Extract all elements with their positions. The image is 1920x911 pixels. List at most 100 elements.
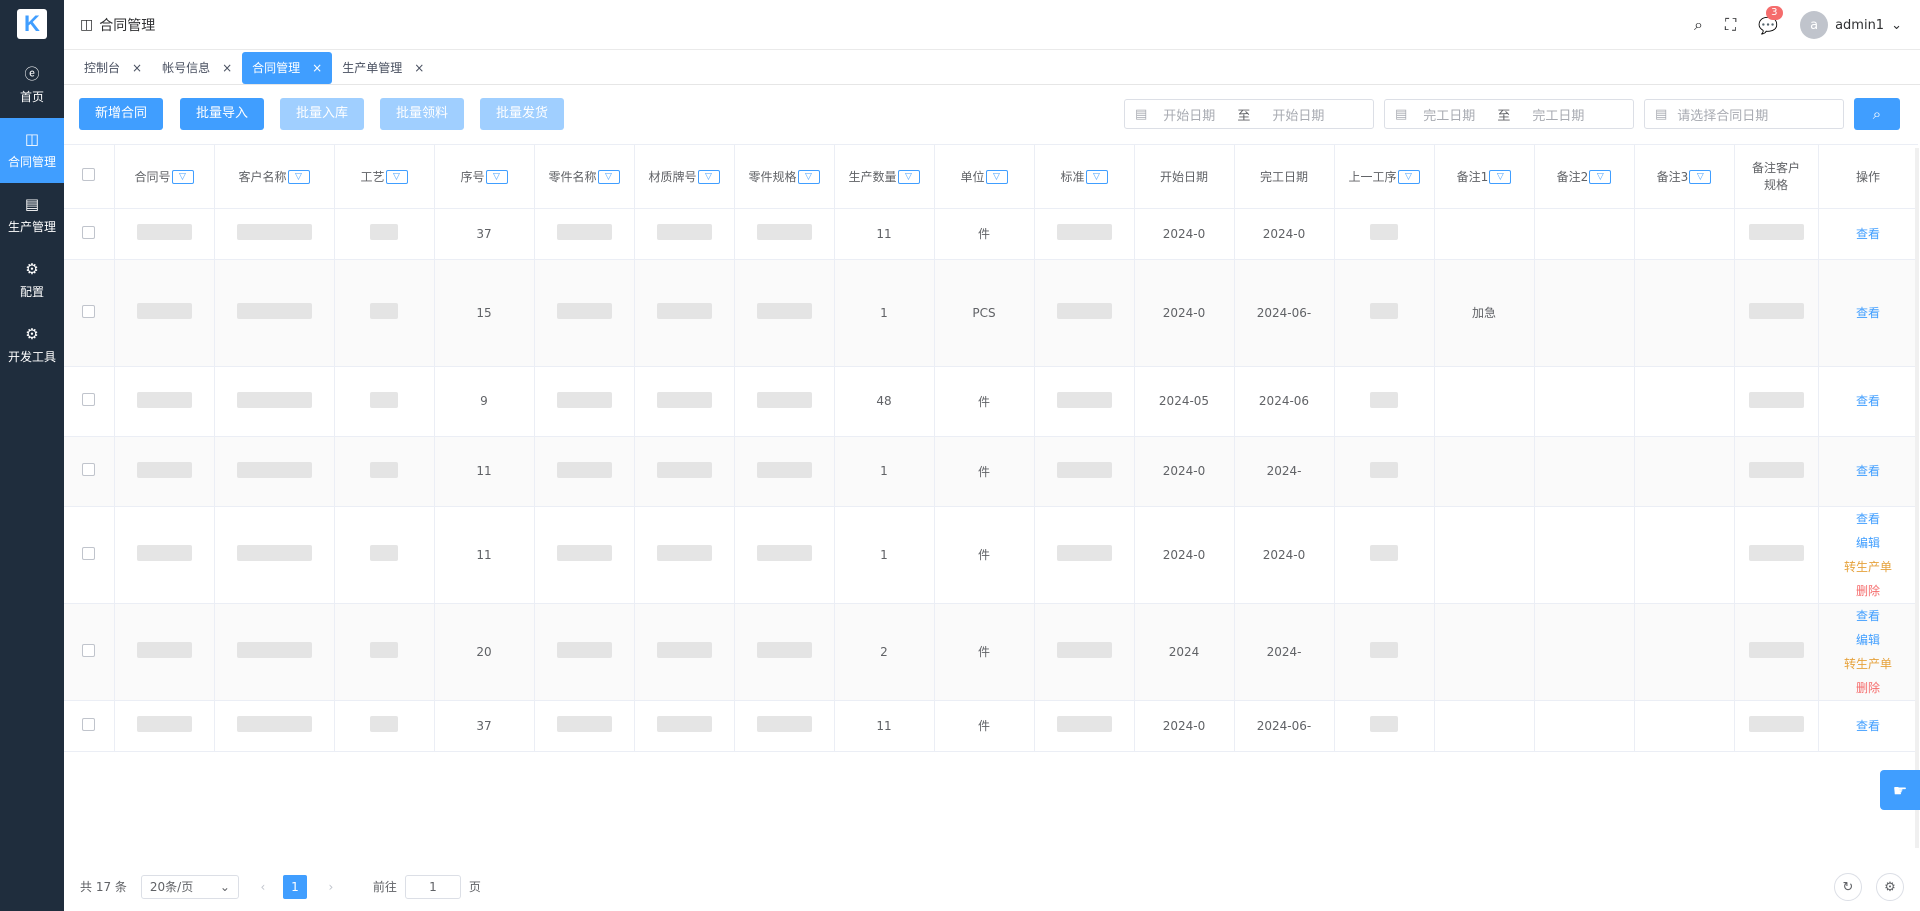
filter-icon[interactable]: ▽ xyxy=(897,170,920,185)
filter-icon[interactable]: ▽ xyxy=(985,170,1008,185)
table-cell-redacted xyxy=(334,506,435,604)
sidebar-item-3[interactable]: ⚙ 配置 xyxy=(0,248,64,313)
redacted-value xyxy=(136,642,192,658)
prev-page-button[interactable]: ‹ xyxy=(251,875,275,899)
view-link[interactable]: 查看 xyxy=(1819,507,1918,531)
end-date-range[interactable]: ▤ 完工日期 至 完工日期 xyxy=(1384,99,1634,129)
page-size-select[interactable]: 20条/页 ⌄ xyxy=(140,874,239,899)
edit-link[interactable]: 编辑 xyxy=(1819,531,1918,555)
table-cell-redacted xyxy=(214,700,335,752)
tab-1[interactable]: 帐号信息 × xyxy=(152,52,242,84)
filter-icon[interactable]: ▽ xyxy=(1397,170,1420,185)
calendar-icon: ▤ xyxy=(1135,106,1148,122)
close-icon[interactable]: × xyxy=(414,61,424,75)
select-all-checkbox[interactable] xyxy=(82,168,96,182)
filter-icon[interactable]: ▽ xyxy=(697,170,720,185)
view-link[interactable]: 查看 xyxy=(1819,459,1918,483)
filter-icon[interactable]: ▽ xyxy=(385,170,408,185)
row-select-cell xyxy=(64,506,115,604)
table-row[interactable]: 37 11 件 2024-0 2024-0 查看 xyxy=(64,208,1918,260)
row-checkbox[interactable] xyxy=(82,643,96,657)
column-header: 工艺 ▽ xyxy=(334,145,435,209)
search-button[interactable]: ⌕ xyxy=(1854,98,1900,130)
row-checkbox[interactable] xyxy=(82,393,96,406)
tab-label: 控制台 xyxy=(84,61,121,75)
batch-import-button[interactable]: 批量导入 xyxy=(180,98,265,130)
contract-date-input[interactable]: ▤ 请选择合同日期 xyxy=(1644,99,1844,129)
sidebar-item-0[interactable]: ⓔ 首页 xyxy=(0,53,64,118)
user-menu[interactable]: a admin1 ⌄ xyxy=(1800,11,1902,39)
floating-action-button[interactable]: ☛ xyxy=(1880,770,1920,810)
calendar-icon: ▤ xyxy=(1395,106,1408,122)
edit-link[interactable]: 编辑 xyxy=(1819,628,1918,652)
tab-label: 帐号信息 xyxy=(162,61,211,75)
filter-icon[interactable]: ▽ xyxy=(171,170,194,185)
table-row[interactable]: 15 1 PCS 2024-0 2024-06- 加急 查看 xyxy=(64,259,1918,367)
seq-cell: 11 xyxy=(434,506,535,604)
convert-to-production-link[interactable]: 转生产单 xyxy=(1819,652,1918,676)
redacted-value xyxy=(136,224,192,240)
table-cell-redacted xyxy=(634,700,735,752)
sidebar-item-4[interactable]: ⚙ 开发工具 xyxy=(0,313,64,378)
filter-icon[interactable]: ▽ xyxy=(1489,170,1512,185)
start-date-to: 开始日期 xyxy=(1272,108,1325,124)
delete-link[interactable]: 删除 xyxy=(1819,579,1918,603)
batch-stock-in-button[interactable]: 批量入库 xyxy=(280,98,365,130)
table-row[interactable]: 9 48 件 2024-05 2024-06 查看 xyxy=(64,366,1918,437)
batch-pick-button[interactable]: 批量领料 xyxy=(380,98,465,130)
settings-icon[interactable]: ⚙ xyxy=(1876,873,1904,901)
sidebar-item-1[interactable]: ◫ 合同管理 xyxy=(0,118,64,183)
filter-icon[interactable]: ▽ xyxy=(1589,170,1612,185)
close-icon[interactable]: × xyxy=(312,61,322,75)
convert-to-production-link[interactable]: 转生产单 xyxy=(1819,555,1918,579)
range-separator: 至 xyxy=(1497,108,1511,124)
message-icon[interactable]: 💬 3 xyxy=(1758,5,1783,35)
next-page-button[interactable]: › xyxy=(319,875,343,899)
view-link[interactable]: 查看 xyxy=(1819,222,1918,246)
row-checkbox[interactable] xyxy=(82,463,96,476)
row-checkbox[interactable] xyxy=(82,225,96,239)
goto-page-input[interactable]: 1 xyxy=(404,874,461,899)
table-row[interactable]: 11 1 件 2024-0 2024- 查看 xyxy=(64,436,1918,507)
tab-3[interactable]: 生产单管理 × xyxy=(332,52,434,84)
close-icon[interactable]: × xyxy=(222,61,232,75)
filter-icon[interactable]: ▽ xyxy=(797,170,820,185)
tab-2[interactable]: 合同管理 × xyxy=(242,51,333,84)
view-link[interactable]: 查看 xyxy=(1819,714,1918,738)
tab-0[interactable]: 控制台 × xyxy=(74,52,152,84)
current-page[interactable]: 1 xyxy=(282,874,307,899)
table-row[interactable]: 11 1 件 2024-0 2024-0 查看 编辑 转生产单 删除 xyxy=(64,506,1918,604)
view-link[interactable]: 查看 xyxy=(1819,389,1918,413)
close-icon[interactable]: × xyxy=(132,61,142,75)
add-contract-button[interactable]: 新增合同 xyxy=(79,98,164,130)
sidebar-item-2[interactable]: ▤ 生产管理 xyxy=(0,183,64,248)
vertical-scrollbar[interactable] xyxy=(1915,148,1919,848)
note1-cell: 加急 xyxy=(1434,259,1535,367)
refresh-icon[interactable]: ↻ xyxy=(1834,873,1862,901)
row-checkbox[interactable] xyxy=(82,546,96,560)
redacted-value xyxy=(1370,224,1398,240)
row-checkbox[interactable] xyxy=(82,304,96,318)
view-link[interactable]: 查看 xyxy=(1819,301,1918,325)
sidebar-item-label: 首页 xyxy=(19,90,44,104)
filter-icon[interactable]: ▽ xyxy=(485,170,508,185)
start-date-range[interactable]: ▤ 开始日期 至 开始日期 xyxy=(1124,99,1374,129)
redacted-value xyxy=(656,224,712,240)
sidebar-item-label: 生产管理 xyxy=(7,220,56,234)
batch-ship-button[interactable]: 批量发货 xyxy=(480,98,565,130)
redacted-value xyxy=(1748,224,1804,240)
view-link[interactable]: 查看 xyxy=(1819,604,1918,628)
row-checkbox[interactable] xyxy=(82,717,96,731)
actions-cell: 查看 xyxy=(1818,208,1918,260)
filter-icon[interactable]: ▽ xyxy=(1689,170,1712,185)
delete-link[interactable]: 删除 xyxy=(1819,676,1918,700)
table-cell-redacted xyxy=(534,506,635,604)
search-icon[interactable]: ⌕ xyxy=(1694,15,1703,35)
filter-icon[interactable]: ▽ xyxy=(287,170,310,185)
table-row[interactable]: 20 2 件 2024 2024- 查看 编辑 转生产单 删除 xyxy=(64,603,1918,701)
filter-icon[interactable]: ▽ xyxy=(1085,170,1108,185)
filter-icon[interactable]: ▽ xyxy=(597,170,620,185)
table-row[interactable]: 37 11 件 2024-0 2024-06- 查看 xyxy=(64,700,1918,752)
fullscreen-icon[interactable]: ⛶ xyxy=(1725,15,1736,35)
redacted-value xyxy=(370,716,398,732)
